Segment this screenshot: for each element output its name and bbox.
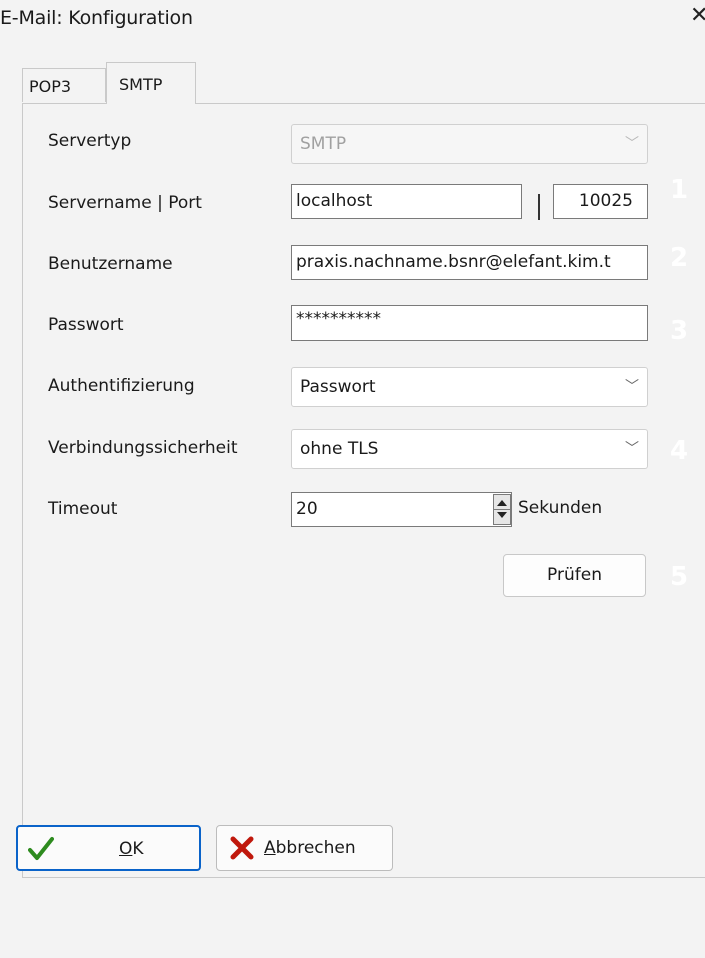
servertyp-label: Servertyp: [48, 131, 132, 151]
passwort-input[interactable]: **********: [291, 305, 648, 341]
authentifizierung-select[interactable]: Passwort ﹀: [291, 367, 648, 407]
chevron-down-icon: ﹀: [625, 441, 639, 457]
spinner-down-icon[interactable]: [497, 512, 507, 518]
cancel-label: Abbrechen: [264, 838, 356, 858]
authentifizierung-value: Passwort: [300, 377, 376, 397]
marker-5: 5: [670, 562, 689, 592]
timeout-unit: Sekunden: [518, 498, 603, 518]
chevron-down-icon: ﹀: [625, 379, 639, 395]
window-title: E-Mail: Konfiguration: [0, 7, 193, 29]
timeout-spinner[interactable]: [493, 494, 511, 525]
smtp-panel: [22, 103, 705, 878]
servername-input[interactable]: localhost: [291, 184, 522, 219]
cancel-button[interactable]: Abbrechen: [216, 825, 393, 871]
spinner-divider: [494, 509, 510, 510]
ok-button[interactable]: OK: [16, 825, 201, 871]
port-input[interactable]: 10025: [553, 184, 648, 219]
servername-label: Servername | Port: [48, 193, 202, 213]
verbindungssicherheit-select[interactable]: ohne TLS ﹀: [291, 429, 648, 469]
benutzername-label: Benutzername: [48, 254, 173, 274]
close-icon[interactable]: ✕: [690, 3, 705, 28]
servertyp-value: SMTP: [300, 134, 347, 154]
authentifizierung-label: Authentifizierung: [48, 376, 195, 396]
timeout-input[interactable]: 20: [291, 492, 512, 527]
tab-smtp[interactable]: SMTP: [106, 62, 196, 104]
marker-1: 1: [670, 175, 689, 205]
marker-3: 3: [670, 316, 689, 346]
servertyp-select[interactable]: SMTP ﹀: [291, 124, 648, 164]
marker-4: 4: [670, 436, 689, 466]
pruefen-button[interactable]: Prüfen: [503, 554, 646, 597]
checkmark-icon: [28, 837, 54, 860]
chevron-down-icon: ﹀: [625, 136, 639, 152]
passwort-label: Passwort: [48, 315, 124, 335]
cross-icon: [230, 836, 254, 860]
tab-pop3[interactable]: POP3: [22, 68, 106, 102]
benutzername-input[interactable]: praxis.nachname.bsnr@elefant.kim.t: [291, 245, 648, 280]
verbindungssicherheit-label: Verbindungssicherheit: [48, 438, 238, 458]
title-bar: E-Mail: Konfiguration ✕: [0, 0, 705, 44]
port-separator: [538, 194, 540, 220]
ok-label: OK: [119, 839, 144, 859]
spinner-up-icon[interactable]: [497, 500, 507, 506]
verbindungssicherheit-value: ohne TLS: [300, 439, 379, 459]
timeout-label: Timeout: [48, 499, 118, 519]
marker-2: 2: [670, 243, 689, 273]
